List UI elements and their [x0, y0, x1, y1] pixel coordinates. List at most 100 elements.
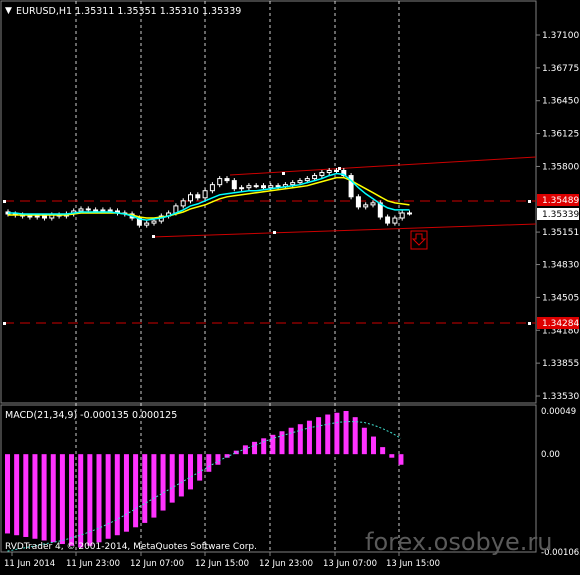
macd-bar: [160, 454, 166, 511]
candle-body: [319, 172, 325, 177]
macd-bar: [14, 454, 20, 536]
channel-lower-line[interactable]: [151, 223, 537, 238]
candle-body: [399, 212, 405, 219]
candle-body: [363, 204, 369, 208]
candle-body: [224, 178, 230, 182]
copyright-text: RVDTrader 4, © 2001-2014, MetaQuotes Sof…: [5, 542, 257, 552]
macd-bar: [215, 454, 221, 465]
candle-body: [85, 208, 91, 211]
macd-bar: [288, 427, 294, 455]
macd-bar: [59, 454, 65, 545]
candle-body: [93, 209, 99, 212]
candle-body: [355, 196, 361, 208]
candle-body: [202, 190, 208, 199]
candle-body: [107, 209, 113, 212]
macd-bar: [188, 454, 193, 490]
candle-body: [100, 209, 106, 212]
macd-bar: [41, 454, 47, 541]
candle-body: [195, 194, 201, 199]
price-tick-label: 1.33855: [542, 359, 579, 369]
macd-bar: [206, 454, 212, 472]
macd-bar: [151, 454, 157, 518]
candle-body: [217, 178, 223, 186]
macd-bar: [389, 454, 395, 458]
macd-label: MACD(21,34,9) -0.000135 0.000125: [5, 410, 177, 421]
candlesticks: [5, 167, 412, 228]
price-tick-label: 1.36125: [542, 130, 579, 140]
macd-bar: [361, 427, 367, 455]
candle-body: [239, 187, 245, 190]
macd-bar: [78, 454, 84, 548]
price-panel-border: [0, 0, 537, 404]
candle-body: [407, 212, 412, 215]
macd-bar: [50, 454, 56, 543]
macd-bar: [23, 454, 29, 537]
macd-bar: [334, 412, 340, 455]
macd-bar: [242, 445, 248, 455]
macd-bar: [5, 454, 10, 534]
level-anchor-point[interactable]: [3, 200, 6, 203]
channel-upper-line[interactable]: [229, 156, 537, 176]
candle-body: [188, 194, 193, 202]
macd-signal-line: [7, 421, 402, 552]
macd-bar: [297, 424, 303, 455]
macd-bar: [306, 420, 312, 455]
price-tick-label: 1.37100: [542, 31, 579, 41]
indicator-tick-label: 0.00: [541, 450, 560, 460]
macd-bar: [114, 454, 120, 536]
macd-bar: [279, 431, 285, 455]
macd-bar: [398, 454, 404, 465]
channel-anchor-point[interactable]: [152, 235, 155, 238]
macd-bar: [178, 454, 184, 497]
time-tick-label: 11 Jun 23:00: [66, 559, 120, 569]
symbol-header-arrow-icon: ▼: [5, 6, 12, 16]
candle-body: [290, 182, 296, 186]
level-anchor-point[interactable]: [3, 322, 6, 325]
candle-body: [334, 170, 339, 173]
watermark-text: forex.osobye.ru: [365, 528, 552, 556]
macd-bar: [123, 454, 129, 532]
price-tick-label: 1.36775: [542, 64, 579, 74]
price-tick-label: 1.34505: [542, 293, 579, 303]
macd-bar: [197, 454, 203, 481]
candle-body: [268, 185, 274, 189]
macd-bar: [169, 454, 175, 503]
candle-body: [312, 175, 318, 180]
indicator-tick-label: 0.00049: [541, 407, 576, 417]
current-price-tag-text: 1.35339: [542, 210, 579, 220]
level-anchor-point[interactable]: [528, 322, 531, 325]
candle-body: [297, 180, 303, 184]
candle-body: [180, 200, 186, 207]
channel-anchor-point[interactable]: [273, 231, 276, 234]
candle-body: [275, 185, 281, 188]
bottom-level-tag-text: 1.34284: [542, 319, 579, 329]
candle-body: [246, 185, 252, 189]
price-tick-label: 1.36450: [542, 97, 579, 107]
time-tick-label: 12 Jun 07:00: [130, 559, 184, 569]
channel-anchor-point[interactable]: [282, 172, 285, 175]
macd-bar: [32, 454, 38, 539]
macd-bar: [316, 417, 322, 455]
macd-bar: [252, 441, 258, 455]
candle-body: [326, 170, 332, 174]
price-tick-label: 1.33530: [542, 392, 579, 402]
trading-chart[interactable]: ▼ EURUSD,H1 1.35311 1.35351 1.35310 1.35…: [0, 0, 580, 571]
macd-bar: [105, 454, 111, 539]
candle-body: [392, 217, 398, 224]
marker-price-tag-text: 1.35489: [542, 196, 579, 206]
candle-body: [209, 184, 215, 192]
macd-bar: [261, 438, 267, 455]
time-tick-label: 13 Jun 15:00: [386, 559, 440, 569]
channel-anchor-point[interactable]: [338, 167, 341, 170]
price-tick-label: 1.35151: [542, 228, 579, 238]
symbol-header: EURUSD,H1 1.35311 1.35351 1.35310 1.3533…: [16, 6, 241, 17]
macd-histogram: [5, 411, 404, 548]
price-tick-label: 1.35800: [542, 162, 579, 172]
level-anchor-point[interactable]: [528, 200, 531, 203]
candle-body: [304, 178, 310, 182]
macd-bar: [142, 454, 148, 523]
macd-bar: [380, 447, 386, 455]
price-tick-label: 1.34830: [542, 261, 579, 271]
candle-body: [231, 180, 237, 190]
sell-arrow-marker[interactable]: [410, 230, 428, 250]
